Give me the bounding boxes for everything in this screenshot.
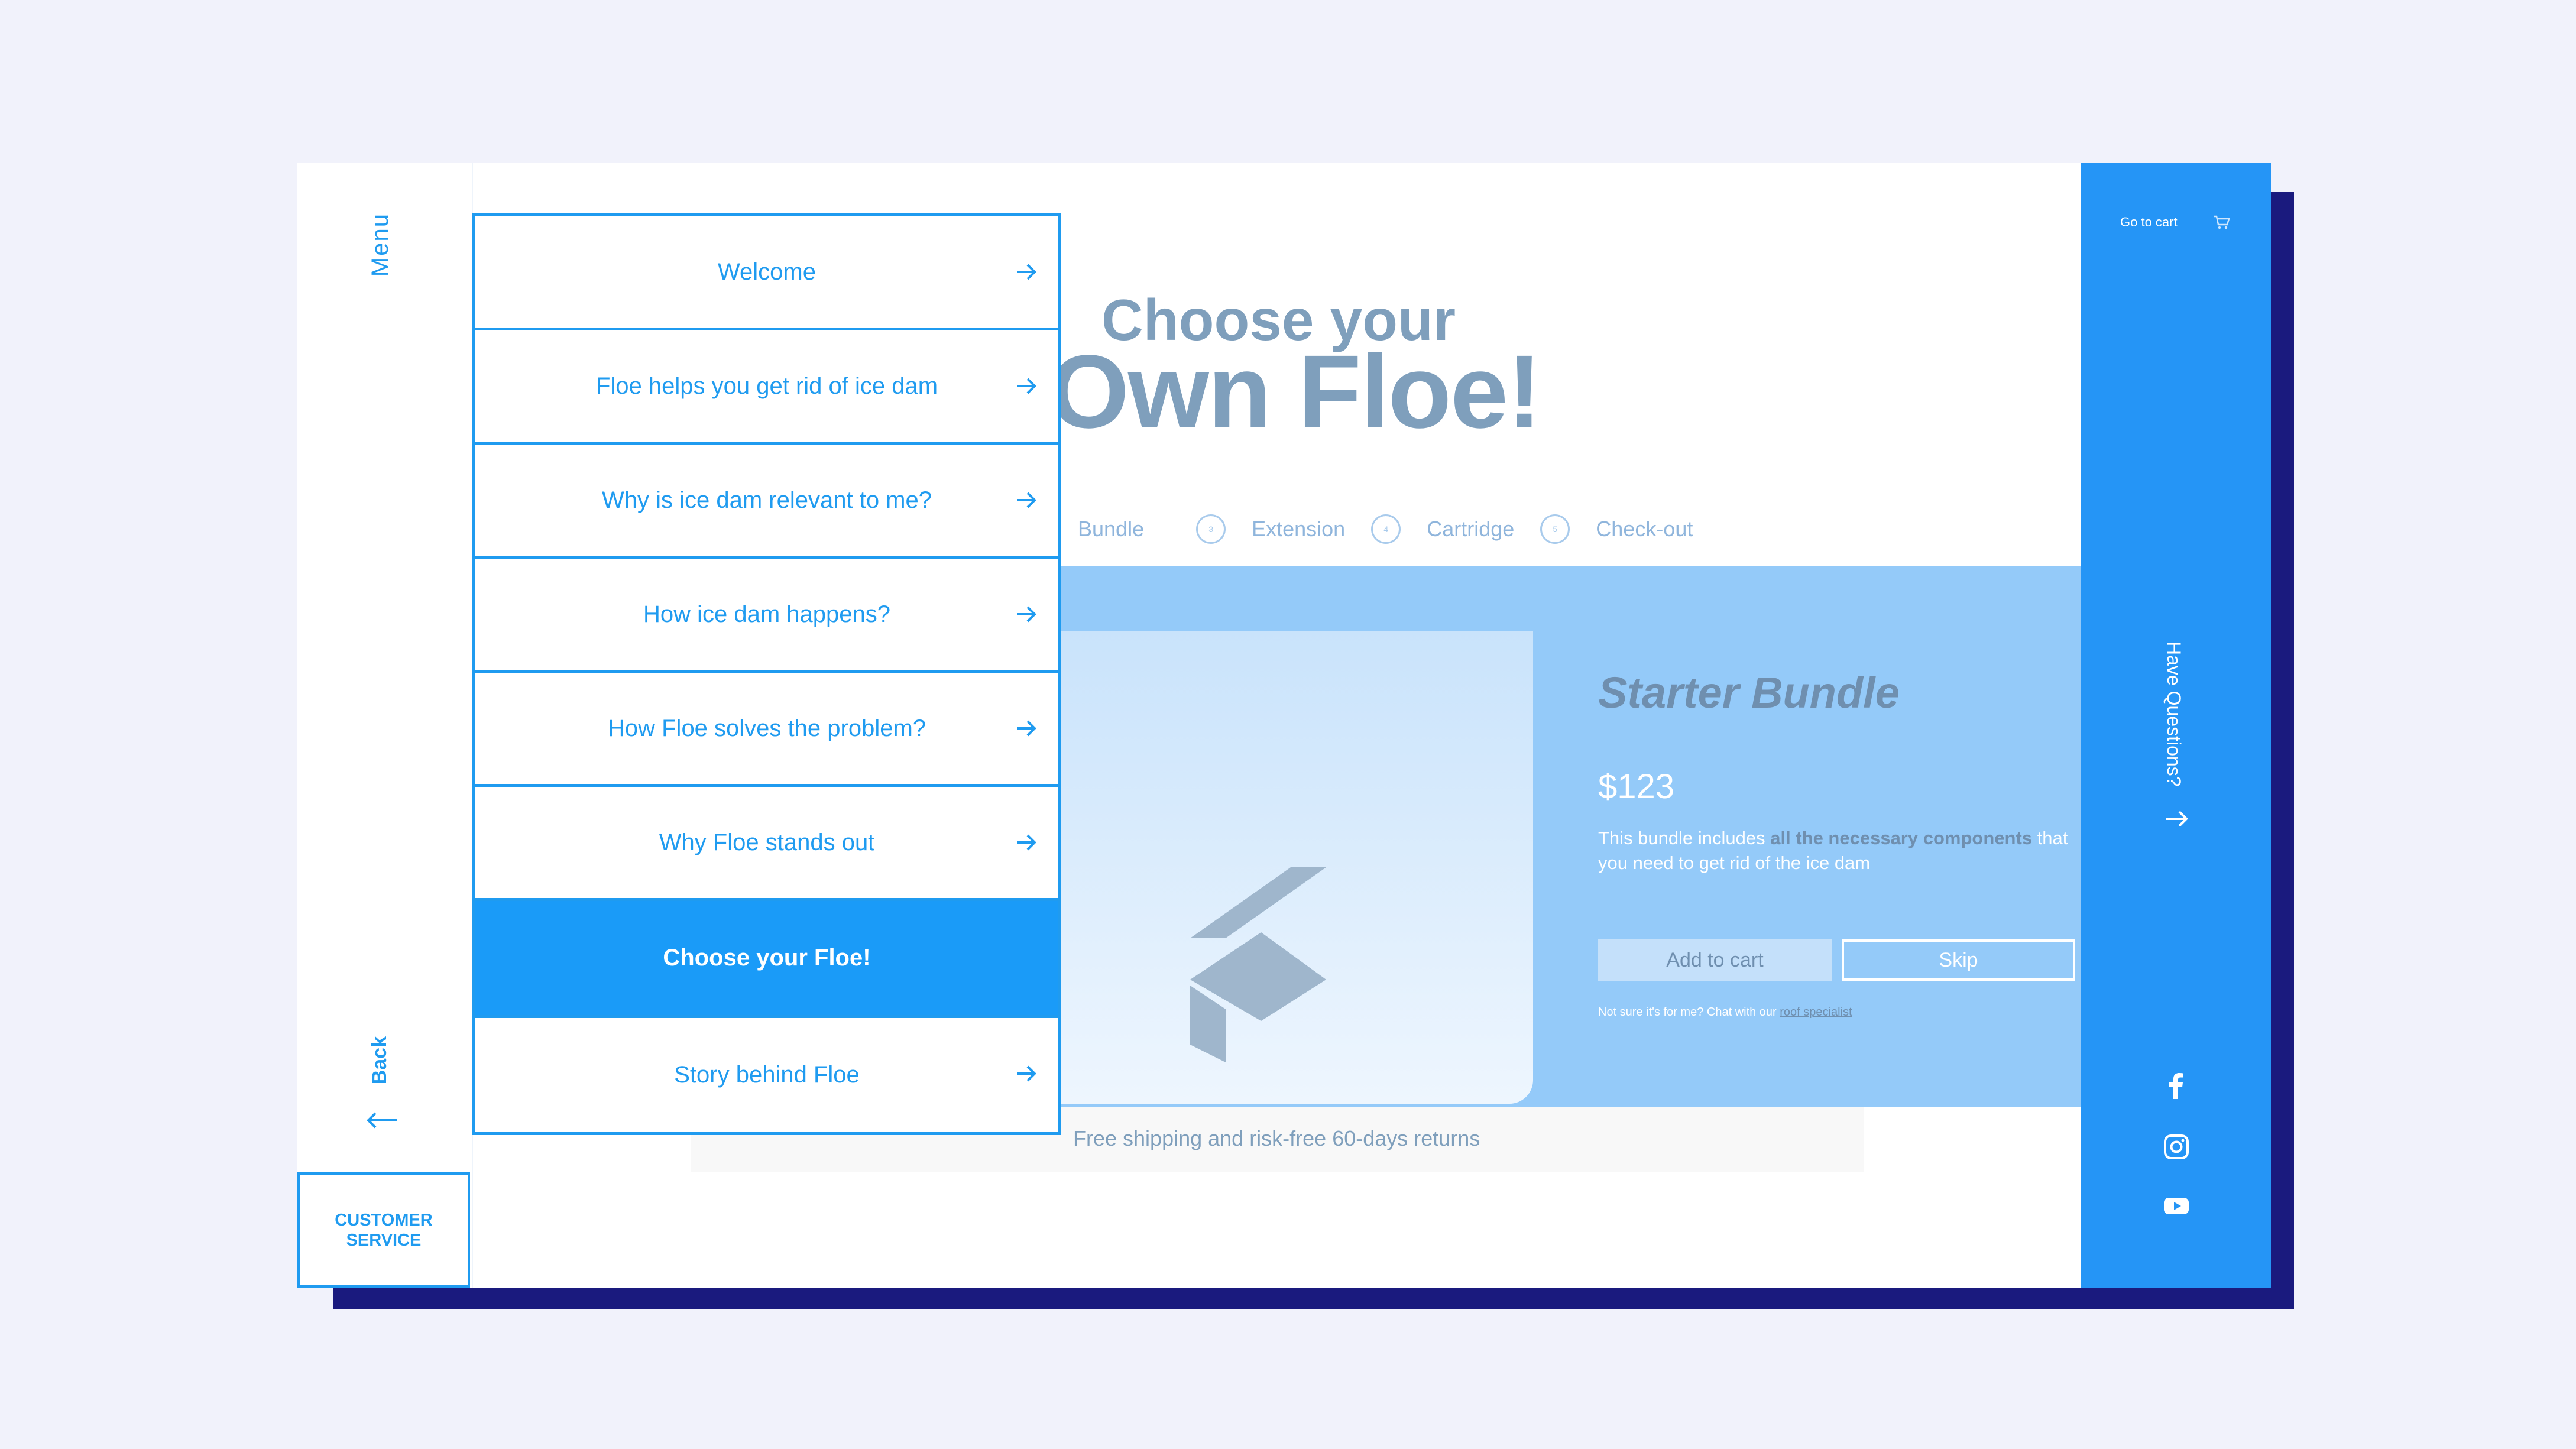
menu-item-how-solves[interactable]: How Floe solves the problem? [475,673,1058,787]
app-frame: Choose your Own Floe! Bundle 3 Extension… [297,163,2271,1288]
menu-item-floe-helps[interactable]: Floe helps you get rid of ice dam [475,330,1058,445]
shipping-info: Free shipping and risk-free 60-days retu… [1073,1126,1480,1150]
menu-item-label: How Floe solves the problem? [607,715,926,741]
arrow-right-icon [1017,720,1036,737]
menu-item-label: Floe helps you get rid of ice dam [595,372,938,399]
back-button[interactable]: Back [368,1036,391,1084]
step-extension[interactable]: 3 Extension [1196,514,1345,544]
menu-item-stands-out[interactable]: Why Floe stands out [475,787,1058,901]
facebook-icon[interactable] [2163,1072,2190,1099]
product-image-panel [1054,631,1533,1104]
roof-specialist-link[interactable]: roof specialist [1780,1006,1852,1019]
step-number: 3 [1196,514,1226,544]
menu-item-label: Why Floe stands out [659,829,875,855]
menu-item-welcome[interactable]: Welcome [475,216,1058,330]
go-to-cart-label: Go to cart [2120,215,2178,229]
menu-item-why-relevant[interactable]: Why is ice dam relevant to me? [475,445,1058,559]
arrow-right-icon [1017,264,1036,280]
chat-note: Not sure it's for me? Chat with our roof… [1598,1006,1852,1019]
step-bundle[interactable]: Bundle [1078,517,1170,542]
step-label: Check-out [1596,517,1693,541]
desc-bold: all the necessary components [1770,828,2033,848]
desc-prefix: This bundle includes [1598,828,1771,848]
floe-logo-icon [1190,867,1326,1062]
page-title-line2: Own Floe! [1048,334,1542,450]
left-rail: Menu Back [297,163,473,1288]
step-label: Cartridge [1427,517,1515,541]
step-number: 4 [1371,514,1401,544]
bundle-title: Starter Bundle [1598,668,1900,717]
menu-item-label: Why is ice dam relevant to me? [602,487,932,513]
menu-item-story[interactable]: Story behind Floe [475,1018,1058,1132]
bundle-description: This bundle includes all the necessary c… [1598,826,2083,876]
menu-item-label: Story behind Floe [674,1062,860,1088]
arrow-right-icon [1017,1065,1036,1082]
bundle-card: Starter Bundle $123 This bundle includes… [1054,566,2160,1107]
arrow-left-icon[interactable] [364,1108,399,1132]
menu-item-label: How ice dam happens? [643,601,891,627]
arrow-right-icon [1017,606,1036,623]
step-checkout[interactable]: 5 Check-out [1540,514,1693,544]
customer-service-button[interactable]: CUSTOMER SERVICE [297,1172,470,1288]
skip-button[interactable]: Skip [1842,939,2075,981]
step-label: Bundle [1078,517,1145,541]
customer-service-label: CUSTOMER SERVICE [335,1210,433,1250]
right-sidebar: Go to cart Have Questions? [2081,163,2271,1288]
step-number: 5 [1540,514,1570,544]
menu-toggle[interactable]: Menu [367,213,394,277]
menu-item-label: Choose your Floe! [663,945,871,971]
bundle-price: $123 [1598,767,1675,806]
youtube-icon[interactable] [2163,1192,2190,1220]
go-to-cart-link[interactable]: Go to cart [2120,215,2231,230]
add-to-cart-button[interactable]: Add to cart [1598,939,1832,981]
arrow-right-icon[interactable] [2164,807,2190,831]
instagram-icon[interactable] [2163,1133,2190,1161]
have-questions-link[interactable]: Have Questions? [2163,641,2185,786]
cart-icon [2213,215,2230,229]
menu-item-how-happens[interactable]: How ice dam happens? [475,559,1058,673]
menu-item-choose-floe[interactable]: Choose your Floe! [475,901,1058,1018]
arrow-right-icon [1017,834,1036,851]
step-cartridge[interactable]: 4 Cartridge [1371,514,1514,544]
menu-item-label: Welcome [718,258,816,285]
arrow-right-icon [1017,492,1036,508]
step-label: Extension [1252,517,1346,541]
have-questions-label: Have Questions? [2163,641,2185,787]
note-text: Not sure it's for me? Chat with our [1598,1006,1780,1019]
arrow-right-icon [1017,378,1036,394]
navigation-menu: Welcome Floe helps you get rid of ice da… [472,213,1061,1135]
checkout-steps: Bundle 3 Extension 4 Cartridge 5 Check-o… [1078,505,1719,553]
